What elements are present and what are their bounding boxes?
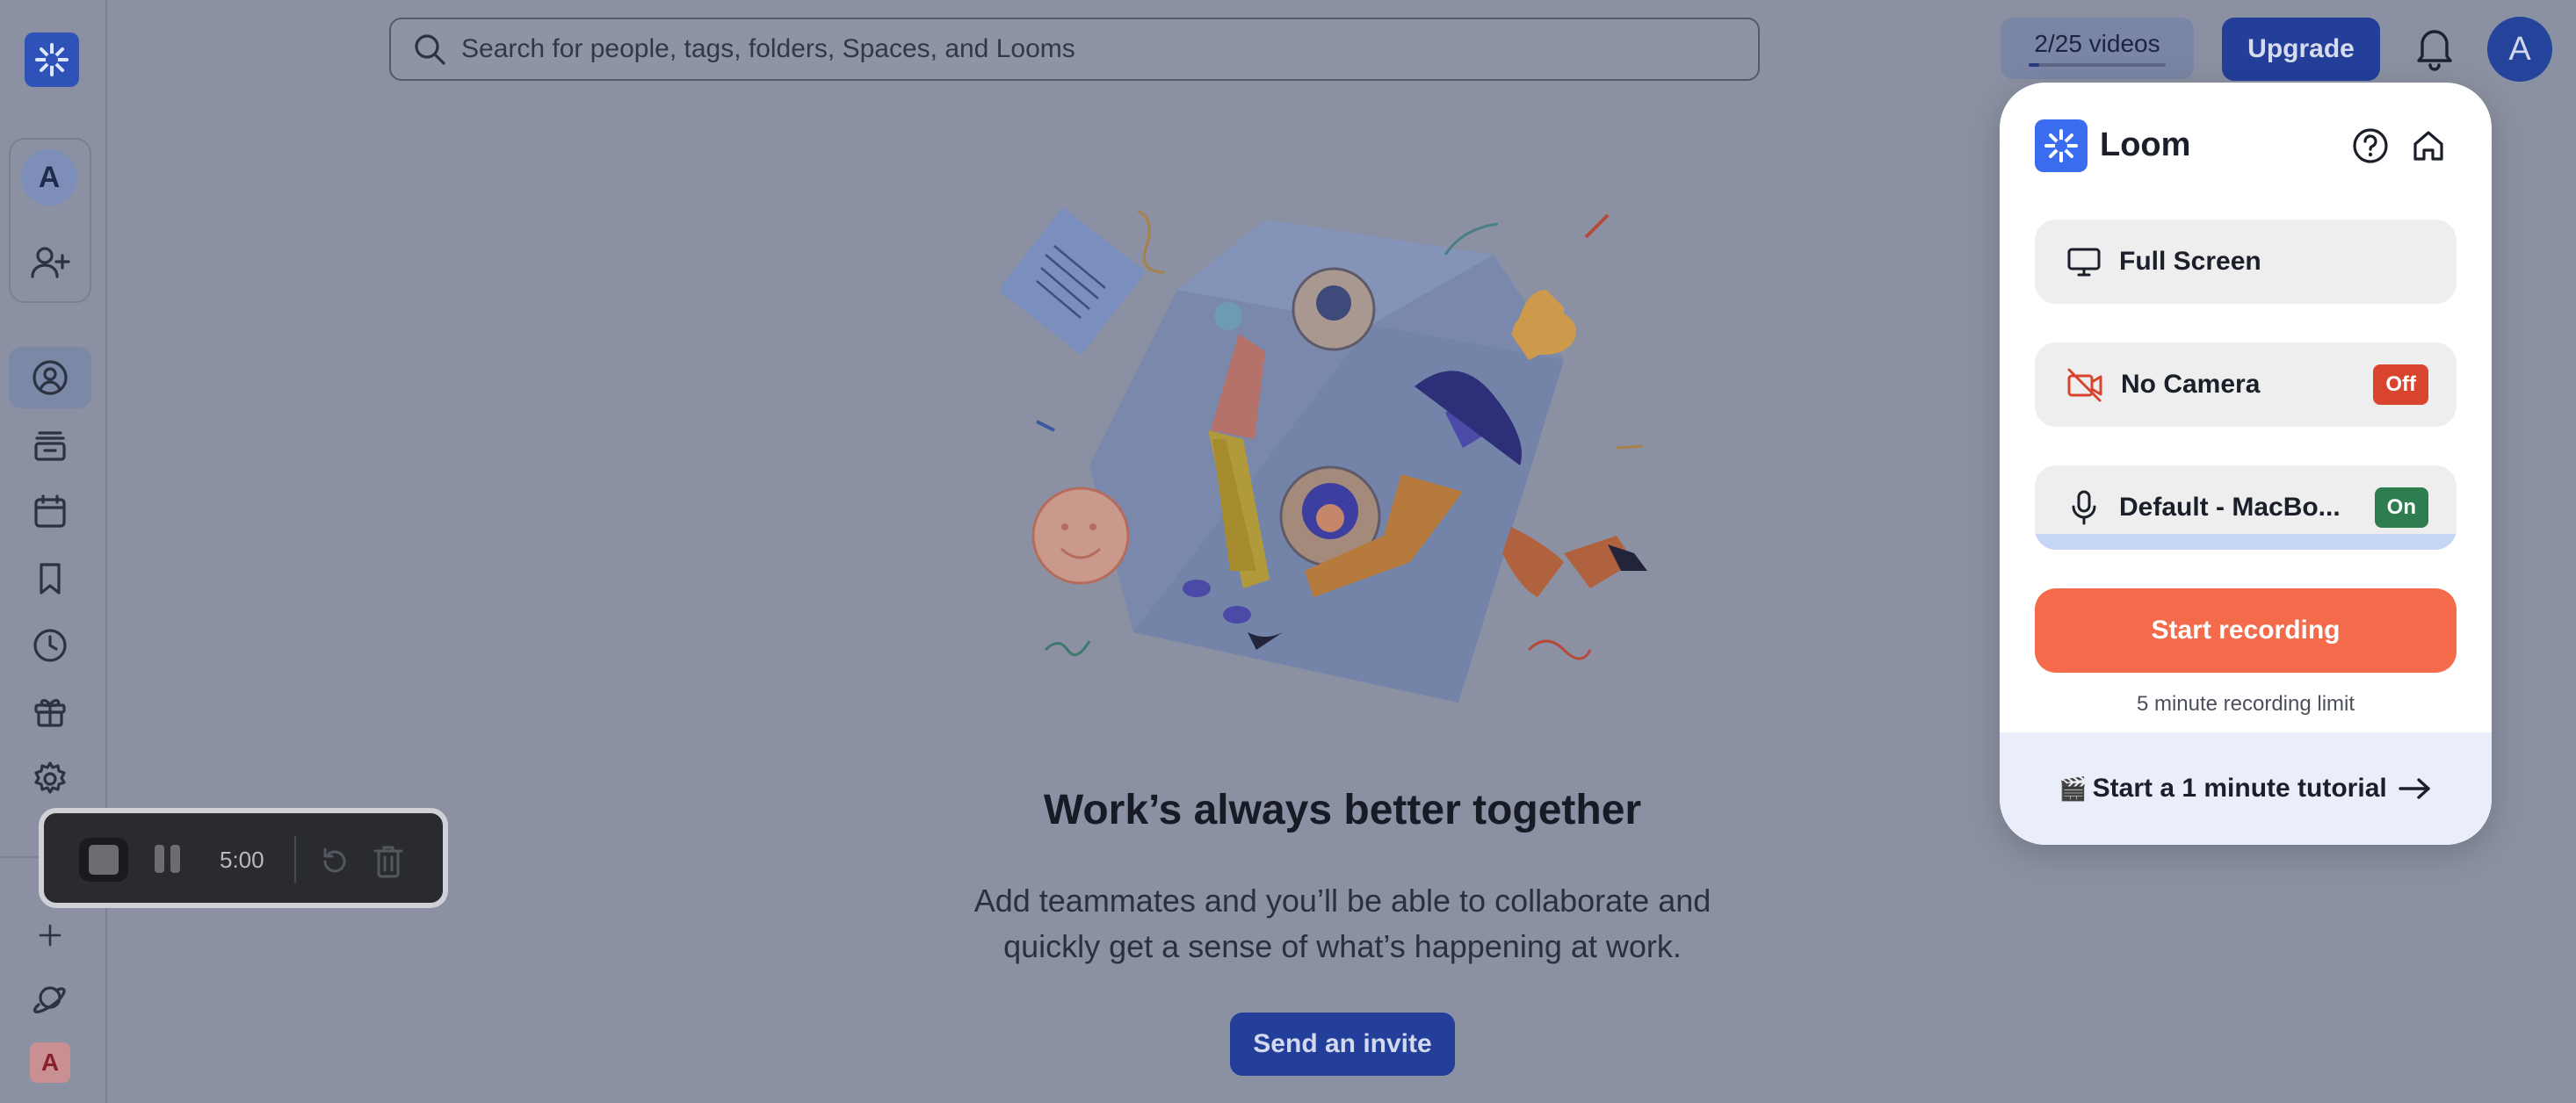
- monitor-icon: [2067, 248, 2101, 277]
- start-recording-button[interactable]: Start recording: [2035, 588, 2457, 673]
- sidebar-item-rewards[interactable]: [9, 681, 91, 742]
- sidebar-item-spaces[interactable]: [9, 967, 91, 1028]
- microphone-toggle[interactable]: On: [2374, 487, 2428, 528]
- microphone-icon: [2072, 490, 2096, 525]
- tutorial-button[interactable]: 🎬 Start a 1 minute tutorial: [2000, 732, 2492, 845]
- screen-option-label: Full Screen: [2119, 247, 2261, 276]
- settings-icon: [34, 761, 66, 794]
- microphone-option-label: Default - MacBo...: [2119, 493, 2341, 522]
- send-invite-button[interactable]: Send an invite: [1230, 1013, 1455, 1076]
- empty-state-heading: Work’s always better together: [1043, 787, 1642, 833]
- trash-icon[interactable]: [371, 843, 406, 880]
- recording-controls: 5:00: [39, 808, 448, 908]
- search-icon: [415, 34, 445, 65]
- left-sidebar: A A: [0, 0, 107, 1103]
- sidebar-item-watch-later[interactable]: [9, 548, 91, 609]
- plus-icon: [39, 924, 62, 947]
- upgrade-button[interactable]: Upgrade: [2222, 18, 2380, 81]
- user-avatar[interactable]: A: [2487, 17, 2552, 82]
- user-circle-icon: [33, 360, 68, 395]
- pause-button[interactable]: [155, 845, 180, 873]
- camera-option[interactable]: No Camera Off: [2035, 342, 2457, 427]
- camera-off-icon: [2067, 368, 2102, 402]
- clapperboard-icon: 🎬: [2059, 775, 2088, 802]
- empty-state-description: Add teammates and you’ll be able to coll…: [879, 878, 1806, 970]
- calendar-icon: [34, 494, 66, 528]
- team-illustration: [1002, 206, 1647, 703]
- controls-divider: [294, 836, 296, 883]
- account-avatar[interactable]: A: [21, 149, 77, 205]
- sidebar-item-history[interactable]: [9, 615, 91, 676]
- add-person-icon: [31, 247, 70, 278]
- description-line-1: Add teammates and you’ll be able to coll…: [973, 883, 1711, 919]
- videos-count: 2/25 videos: [2034, 30, 2160, 57]
- recording-limit-text: 5 minute recording limit: [2136, 692, 2355, 716]
- search-input[interactable]: [461, 27, 1603, 71]
- bookmark-icon: [40, 563, 61, 595]
- loom-logo-icon: [2035, 119, 2088, 172]
- restart-icon[interactable]: [318, 845, 351, 878]
- camera-option-label: No Camera: [2121, 370, 2261, 399]
- recording-timer: 5:00: [220, 847, 264, 873]
- camera-toggle[interactable]: Off: [2373, 364, 2428, 405]
- microphone-option[interactable]: Default - MacBo... On: [2035, 465, 2457, 550]
- videos-usage-bar: [2029, 63, 2166, 67]
- search-bar[interactable]: [389, 18, 1760, 81]
- description-line-2: quickly get a sense of what’s happening …: [1003, 928, 1682, 964]
- sidebar-item-library[interactable]: [9, 415, 91, 476]
- add-person-button[interactable]: [9, 232, 91, 293]
- microphone-level-bar: [2035, 534, 2457, 550]
- popup-title: Loom: [2100, 126, 2191, 163]
- stop-icon: [89, 845, 119, 875]
- sidebar-item-my-library[interactable]: [9, 347, 91, 408]
- library-icon: [34, 431, 66, 461]
- gift-icon: [34, 699, 66, 727]
- add-space-button[interactable]: [9, 905, 91, 966]
- stop-recording-button[interactable]: [79, 838, 128, 882]
- sidebar-item-settings[interactable]: [9, 748, 91, 810]
- sidebar-item-meetings[interactable]: [9, 480, 91, 542]
- bell-icon[interactable]: [2414, 25, 2455, 72]
- planet-icon: [33, 986, 66, 1013]
- help-icon[interactable]: [2351, 126, 2390, 165]
- videos-usage-badge[interactable]: 2/25 videos: [2001, 18, 2194, 79]
- loom-logo-icon[interactable]: [25, 32, 79, 87]
- loom-recorder-popup: Loom Full Screen No Camera Off Default -…: [2000, 83, 2492, 845]
- clock-icon: [33, 629, 67, 662]
- screen-option[interactable]: Full Screen: [2035, 220, 2457, 304]
- arrow-right-icon: [2399, 778, 2430, 799]
- home-icon[interactable]: [2409, 126, 2448, 165]
- tutorial-label: Start a 1 minute tutorial: [2092, 774, 2387, 803]
- workspace-avatar[interactable]: A: [30, 1042, 70, 1083]
